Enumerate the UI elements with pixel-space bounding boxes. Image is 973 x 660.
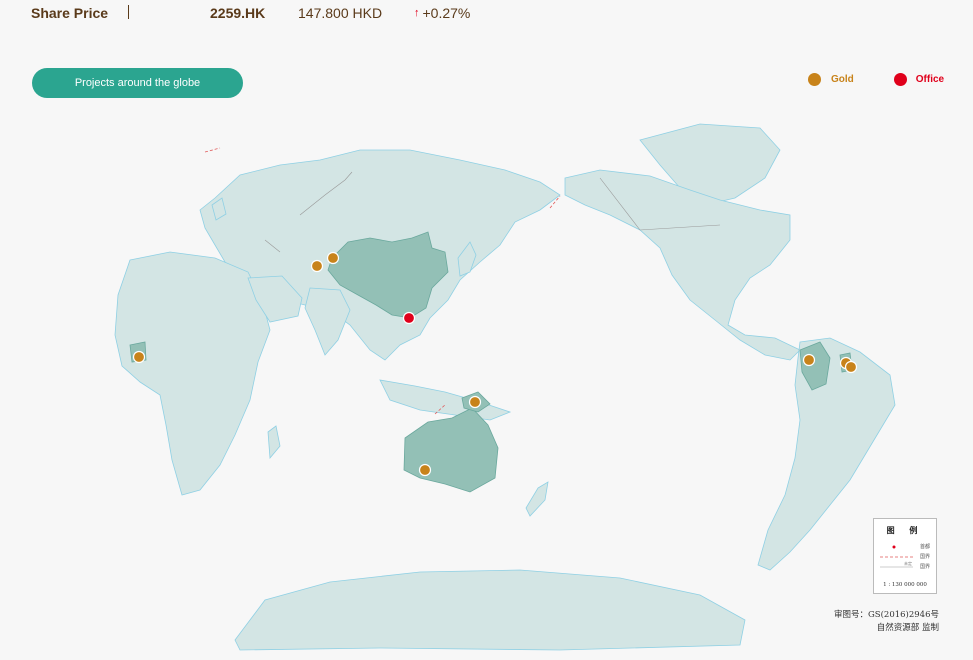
map-legend-title: 图 例 [886, 525, 924, 535]
map-legend: Gold Office [808, 73, 944, 86]
land-masses [114, 123, 896, 651]
gold-marker[interactable] [326, 251, 340, 265]
landmass-india [304, 287, 351, 356]
landmass-madagascar [267, 425, 281, 460]
map-legend-box: 图 例 首都 国界 未定 国界 1 : 130 000 000 [873, 518, 937, 594]
stock-code: 2259.HK [210, 5, 266, 21]
gold-dot-icon [808, 73, 821, 86]
legend-undetermined-border-label: 国界 [919, 554, 930, 560]
legend-row-border: 未定 国界 [880, 561, 932, 571]
legend-gold-label: Gold [831, 74, 854, 85]
legend-item-gold[interactable]: Gold [808, 73, 854, 86]
legend-border-label: 国界 [919, 564, 930, 570]
map-approval-note: 审图号：GS(2016)2946号 自然资源部 监制 [834, 609, 939, 635]
approval-issuer: 自然资源部 监制 [876, 623, 939, 633]
approval-number: 审图号：GS(2016)2946号 [833, 610, 939, 620]
capital-symbol-icon [892, 545, 896, 549]
world-map [114, 123, 896, 651]
office-dot-icon [893, 73, 907, 86]
price-change-value: +0.27% [422, 5, 471, 21]
undetermined-border-icon [880, 556, 913, 558]
gold-marker[interactable] [844, 360, 858, 374]
gold-marker[interactable] [418, 463, 432, 477]
arrow-up-icon: ↑ [414, 7, 420, 19]
share-price-label: Share Price [31, 5, 109, 21]
legend-row-undetermined-border: 国界 [880, 553, 932, 561]
ticker-separator [128, 5, 129, 19]
legend-undetermined-label: 未定 [904, 561, 912, 566]
landmass-africa [114, 251, 271, 496]
legend-row-capital: 首都 [880, 543, 932, 551]
stock-price: 147.800 HKD [298, 5, 383, 21]
region-australia [403, 407, 499, 493]
legend-item-office[interactable]: Office [893, 73, 945, 86]
gold-marker[interactable] [310, 259, 324, 273]
projects-around-globe-button[interactable]: Projects around the globe [32, 68, 243, 98]
landmass-antarctica [234, 569, 746, 651]
legend-office-label: Office [915, 74, 945, 85]
price-change: ↑ +0.27% [414, 5, 470, 21]
gold-marker[interactable] [132, 350, 146, 364]
office-marker[interactable] [402, 311, 416, 325]
landmass-indonesia [379, 379, 512, 421]
map-scale: 1 : 130 000 000 [883, 582, 927, 588]
disputed-border-1 [204, 147, 221, 153]
landmass-north-america [564, 169, 801, 361]
gold-marker[interactable] [468, 395, 482, 409]
gold-marker[interactable] [802, 353, 816, 367]
share-price-ticker: Share Price 2259.HK 147.800 HKD ↑ +0.27% [0, 0, 973, 28]
legend-capital-label: 首都 [919, 544, 930, 550]
landmass-new-zealand [525, 481, 549, 517]
